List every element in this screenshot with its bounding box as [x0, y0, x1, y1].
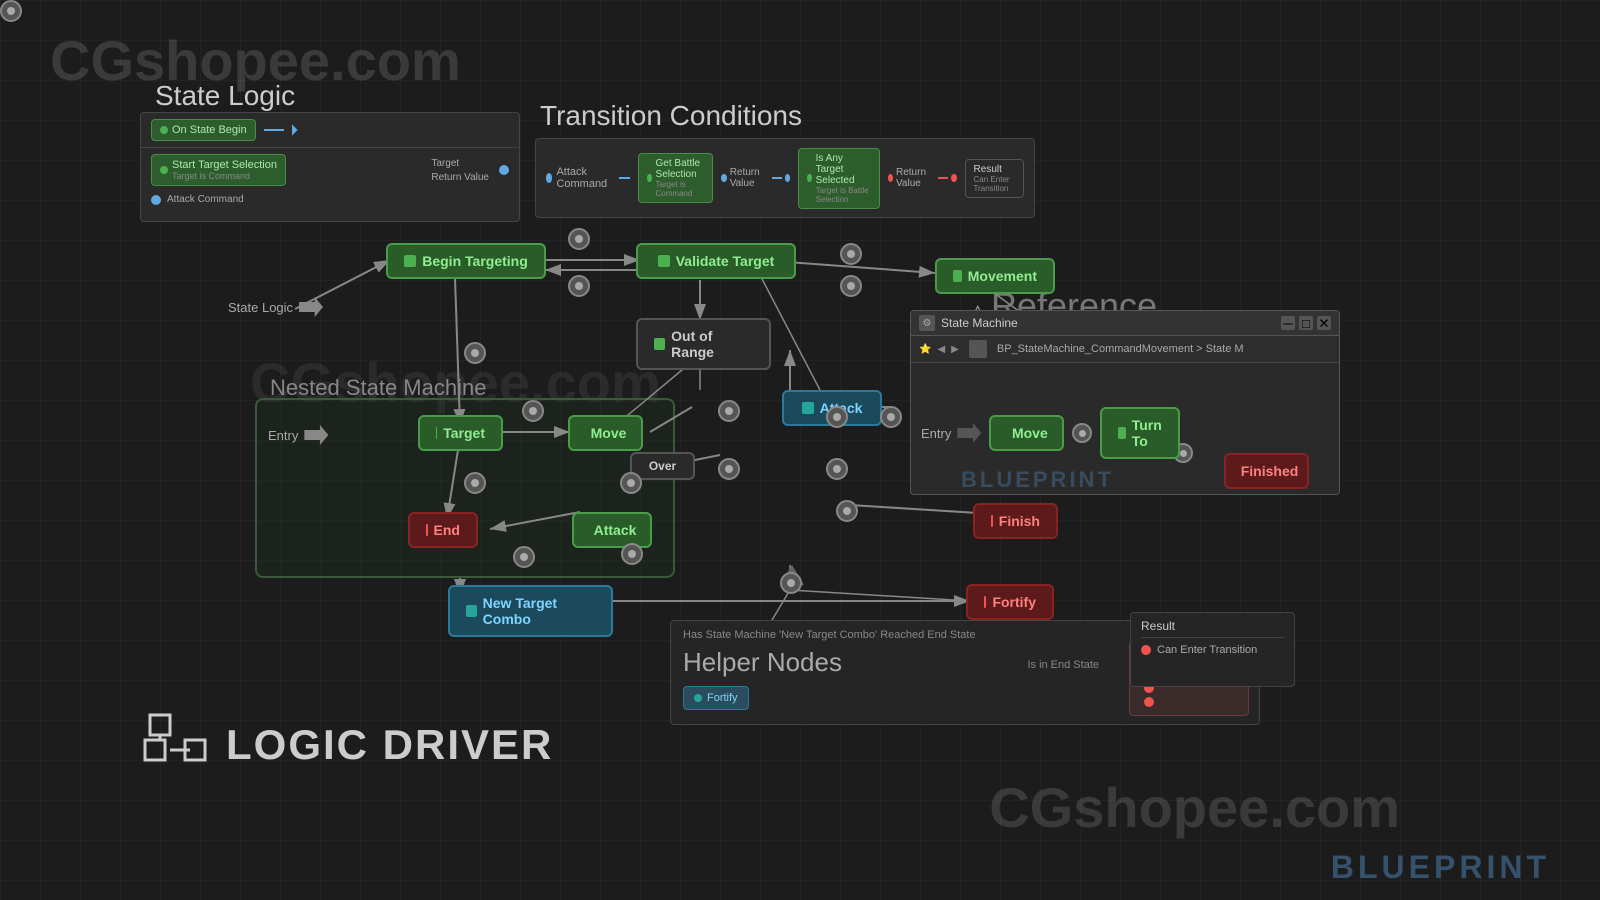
minimize-btn[interactable]: ─	[1281, 316, 1295, 330]
trans-circle-11	[464, 472, 486, 494]
fortify-helper-node[interactable]: Fortify	[683, 686, 749, 710]
result-node: Result Can Enter Transition	[965, 159, 1024, 198]
logo-area: LOGIC DRIVER	[140, 710, 553, 780]
state-logic-label: State Logic	[155, 80, 295, 112]
close-btn[interactable]: ✕	[1317, 316, 1331, 330]
blueprint-watermark-main: BLUEPRINT	[1331, 849, 1550, 886]
state-logic-panel: On State Begin Start Target Selection Ta…	[140, 112, 520, 222]
new-target-combo-node[interactable]: New Target Combo	[448, 585, 613, 637]
trans-circle-12	[621, 543, 643, 565]
logic-driver-icon	[140, 710, 210, 780]
attack-nested-node[interactable]: Attack	[572, 512, 652, 548]
trans-circle-13	[513, 546, 535, 568]
trans-circle-3	[840, 243, 862, 265]
trans-circle-8	[718, 400, 740, 422]
logo-text: LOGIC DRIVER	[226, 721, 553, 769]
nested-sm-label: Nested State Machine	[270, 375, 486, 401]
get-battle-selection-node: Get Battle Selection Target is Command	[638, 153, 713, 203]
trans-circle-9	[718, 458, 740, 480]
out-of-range-node[interactable]: Out of Range	[636, 318, 771, 370]
target-node[interactable]: Target	[418, 415, 503, 451]
sm-finished-node[interactable]: Finished	[1224, 453, 1309, 489]
trans-circle-5	[464, 342, 486, 364]
nested-entry-node: Entry	[268, 425, 328, 445]
start-target-selection-node: Start Target Selection Target is Command	[151, 154, 286, 186]
watermark-bottom: CGshopee.com	[989, 775, 1400, 840]
transition-conditions-label: Transition Conditions	[540, 100, 802, 132]
is-any-target-selected-node: Is Any Target Selected Target is Battle …	[798, 148, 879, 209]
restore-btn[interactable]: □	[1299, 316, 1313, 330]
trans-circle-4	[840, 275, 862, 297]
finish-node[interactable]: Finish	[973, 503, 1058, 539]
sm-entry-node: Entry	[921, 423, 981, 443]
trans-circle-2	[568, 275, 590, 297]
trans-circle-1	[568, 228, 590, 250]
movement-node[interactable]: Movement	[935, 258, 1055, 294]
sm-window-content: Entry Move Turn To Finished BLUEPRINT	[911, 363, 1339, 503]
validate-target-node[interactable]: Validate Target	[636, 243, 796, 279]
trans-circle-sm1	[0, 0, 22, 22]
window-controls: ─ □ ✕	[1281, 316, 1331, 330]
on-state-begin-node: On State Begin	[151, 119, 256, 141]
sm-window-titlebar: ⚙ State Machine ─ □ ✕	[911, 311, 1339, 336]
end-node[interactable]: End	[408, 512, 478, 548]
result-panel: Result Can Enter Transition	[1130, 612, 1295, 687]
move-nested-node[interactable]: Move	[568, 415, 643, 451]
trans-circle-14	[826, 406, 848, 428]
trans-circle-15	[880, 406, 902, 428]
sm-trans-1	[1072, 423, 1092, 443]
blueprint-watermark-sm: BLUEPRINT	[961, 467, 1114, 493]
entry-node-main: State Logic	[228, 297, 323, 317]
begin-targeting-node[interactable]: Begin Targeting	[386, 243, 546, 279]
trans-circle-7	[620, 472, 642, 494]
state-machine-window[interactable]: ⚙ State Machine ─ □ ✕ ⭐ ◀ ▶ BP_StateMach…	[910, 310, 1340, 495]
sm-move-node[interactable]: Move	[989, 415, 1064, 451]
fortify-node[interactable]: Fortify	[966, 584, 1054, 620]
trans-circle-16	[780, 572, 802, 594]
transition-panel: Attack Command Get Battle Selection Targ…	[535, 138, 1035, 218]
sm-turn-to-node[interactable]: Turn To	[1100, 407, 1180, 459]
sm-breadcrumb: ⭐ ◀ ▶ BP_StateMachine_CommandMovement > …	[911, 336, 1339, 363]
trans-circle-17	[836, 500, 858, 522]
trans-circle-10	[826, 458, 848, 480]
trans-circle-6	[522, 400, 544, 422]
